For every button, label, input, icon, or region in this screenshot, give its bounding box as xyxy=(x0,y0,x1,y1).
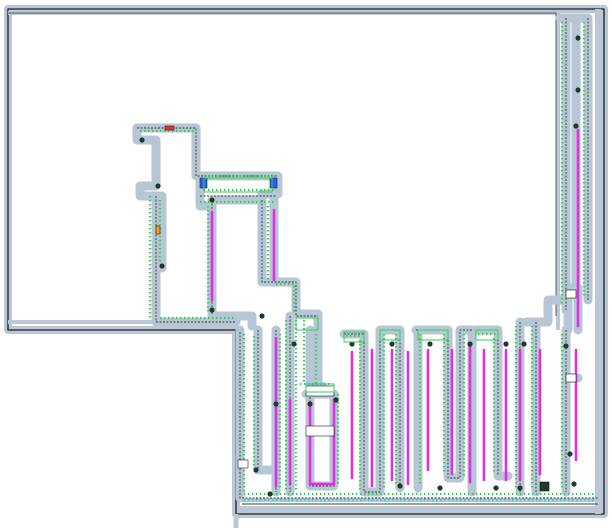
inner-wall-core xyxy=(8,12,557,316)
floor-plan-map xyxy=(4,5,608,528)
